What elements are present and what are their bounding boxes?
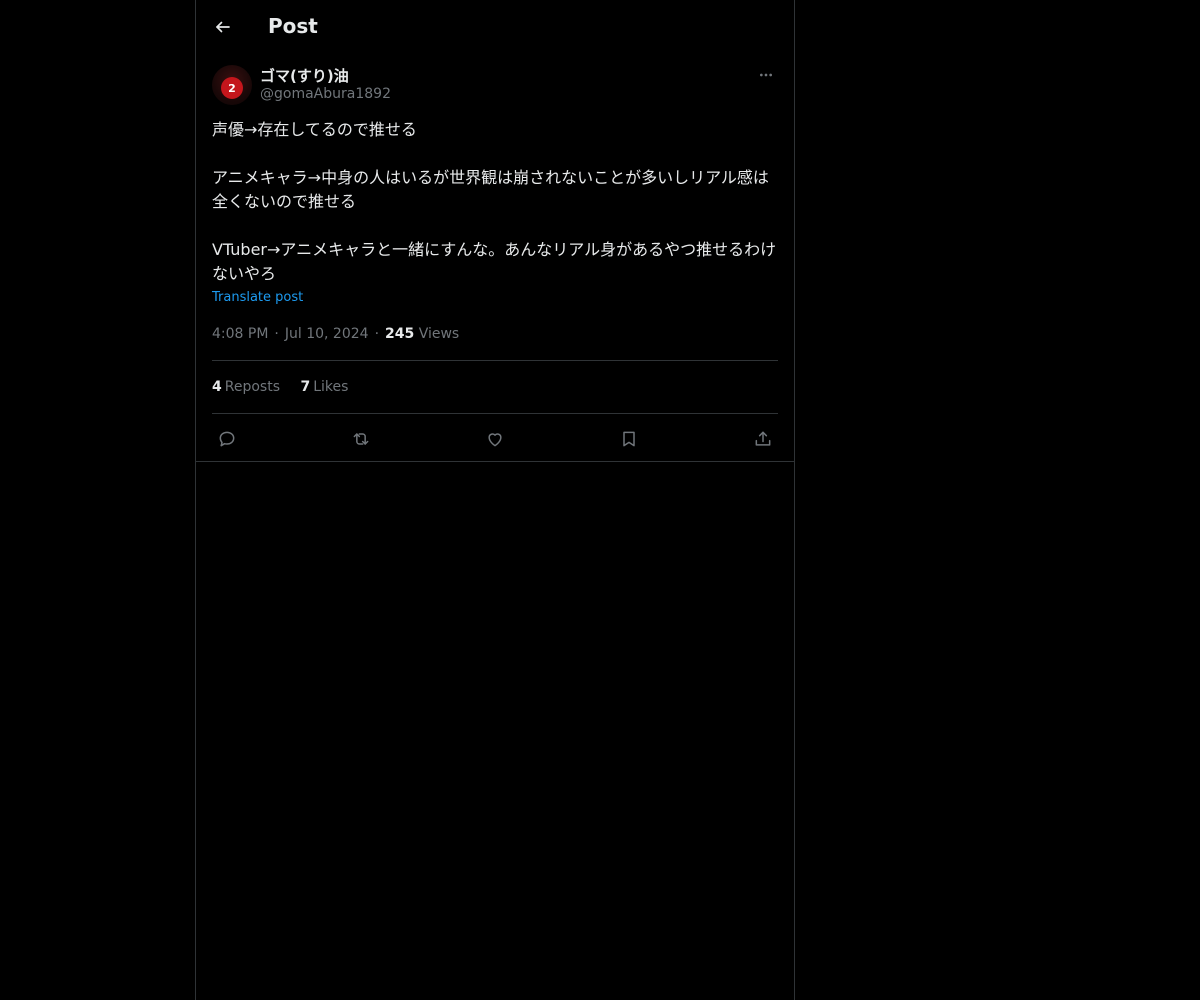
meta-separator: · [374, 326, 380, 342]
likes-stat[interactable]: 7 Likes [300, 379, 348, 395]
header-bar: Post [196, 0, 794, 54]
reposts-count: 4 [212, 379, 222, 395]
more-icon [760, 73, 772, 77]
reply-button[interactable] [214, 426, 240, 452]
divider [212, 360, 778, 361]
action-bar [212, 424, 778, 452]
likes-count: 7 [300, 379, 311, 395]
meta-separator: · [274, 326, 279, 342]
avatar-badge: 2 [221, 77, 243, 99]
like-icon [488, 433, 502, 447]
post-time[interactable]: 4:08 PM [212, 326, 268, 342]
back-button[interactable] [206, 8, 240, 46]
post-text: 声優→存在してるので推せる アニメキャラ→中身の人はいるが世界観は崩されないこと… [212, 118, 778, 286]
author-handle[interactable]: @gomaAbura1892 [260, 86, 391, 102]
reply-icon [219, 431, 235, 447]
views-label: Views [418, 326, 460, 342]
translate-post-link[interactable]: Translate post [212, 290, 303, 305]
arrow-left-icon [216, 21, 230, 33]
repost-icon [353, 433, 369, 445]
share-button[interactable] [750, 426, 776, 452]
reposts-label: Reposts [224, 379, 280, 395]
avatar[interactable]: 2 [212, 65, 252, 105]
divider [212, 413, 778, 414]
views-count: 245 [385, 326, 415, 342]
post-paragraph: アニメキャラ→中身の人はいるが世界観は崩されないことが多いしリアル感は全くないの… [212, 168, 769, 211]
reposts-stat[interactable]: 4 Reposts [212, 379, 280, 395]
like-button[interactable] [482, 426, 508, 452]
post-meta: 4:08 PM · Jul 10, 2024 · 245 Views [212, 326, 459, 342]
post-column: Post 2 ゴマ(すり)油 @gomaAbura1892 声優→存在してるので… [195, 0, 795, 1000]
likes-label: Likes [313, 379, 349, 395]
post-bottom-border [196, 461, 794, 462]
post-paragraph: 声優→存在してるので推せる [212, 120, 417, 139]
post-date[interactable]: Jul 10, 2024 [285, 326, 369, 342]
post-paragraph: VTuber→アニメキャラと一緒にすんな。あんなリアル身があるやつ推せるわけない… [212, 240, 777, 283]
bookmark-button[interactable] [616, 426, 642, 452]
bookmark-icon [623, 431, 635, 447]
more-options-button[interactable] [754, 64, 778, 86]
engagement-stats: 4 Reposts 7 Likes [212, 379, 364, 395]
repost-button[interactable] [348, 426, 374, 452]
author-row: 2 ゴマ(すり)油 @gomaAbura1892 [212, 64, 778, 108]
post: 2 ゴマ(すり)油 @gomaAbura1892 声優→存在してるので推せる ア… [212, 64, 778, 447]
share-icon [755, 431, 771, 446]
page-title: Post [268, 14, 318, 38]
author-name[interactable]: ゴマ(すり)油 [260, 65, 349, 86]
